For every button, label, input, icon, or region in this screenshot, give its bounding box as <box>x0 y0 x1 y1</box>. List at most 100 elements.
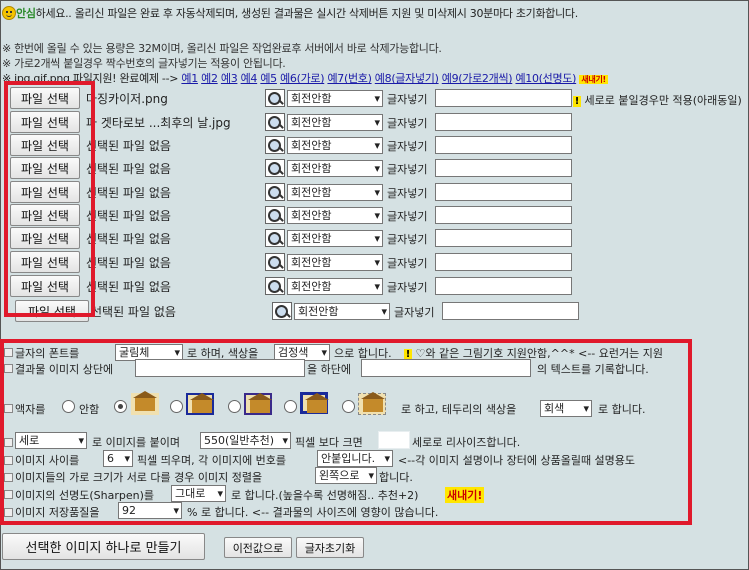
size-mid: 픽셀 보다 크면 <box>295 436 363 449</box>
text-insert-input[interactable] <box>442 302 579 320</box>
example-link-2[interactable]: 예2 <box>201 72 218 85</box>
border-color-select[interactable]: 회색 <box>540 400 592 417</box>
text-insert-label: 글자넣기 <box>387 210 428 223</box>
resize-input[interactable] <box>378 431 410 449</box>
frame-radio-none[interactable] <box>62 400 75 413</box>
text-insert-input[interactable] <box>435 183 572 201</box>
top-text-input[interactable] <box>135 359 305 377</box>
reset-text-button[interactable]: 글자초기화 <box>296 537 364 558</box>
file-name: 선택된 파일 없음 <box>86 256 171 270</box>
frame-suffix: 로 하고, 테두리의 색상을 <box>401 403 517 416</box>
text-insert-label: 글자넣기 <box>387 187 428 200</box>
highlight-box-file-buttons <box>4 81 95 317</box>
text-insert-input[interactable] <box>435 206 572 224</box>
rotate-select[interactable]: 회전안함 <box>287 160 383 177</box>
frame-radio-1[interactable] <box>114 400 127 413</box>
file-name: 파 겟타로보 ...최후의 날.jpg <box>86 116 231 130</box>
rotate-select[interactable]: 회전안함 <box>287 137 383 154</box>
rotate-select[interactable]: 회전안함 <box>287 207 383 224</box>
text-insert-label: 글자넣기 <box>387 257 428 270</box>
example-link-9[interactable]: 예9(가로2개씩) <box>442 72 513 85</box>
quality-suffix: % 로 합니다. <-- 결과물의 사이즈에 영향이 많습니다. <box>187 506 439 519</box>
gap-mid: 픽셀 띄우며, 각 이미지에 번호를 <box>137 454 287 467</box>
sharp-prefix: 이미지의 선명도(Sharpen)를 <box>15 489 154 502</box>
zoom-preview-icon[interactable] <box>272 302 292 320</box>
sharpen-new-badge: 새내기! <box>445 487 485 503</box>
example-link-6[interactable]: 예6(가로) <box>280 72 324 85</box>
frame-prefix: 액자를 <box>15 403 46 416</box>
row1-hint-text: 세로로 붙일경우만 적용(아래동일) <box>584 94 742 107</box>
frame-radio-4[interactable] <box>284 400 297 413</box>
frame-end: 로 합니다. <box>598 403 646 416</box>
bullet-icon-4 <box>4 438 13 447</box>
text-insert-input[interactable] <box>435 253 572 271</box>
text-insert-input[interactable] <box>435 159 572 177</box>
example-link-8[interactable]: 예8(글자넣기) <box>375 72 439 85</box>
align-select[interactable]: 왼쪽으로 <box>315 467 377 484</box>
frame-radio-3[interactable] <box>228 400 241 413</box>
frame-style-3-thumbnail[interactable] <box>244 393 272 415</box>
bullet-icon-8 <box>4 508 13 517</box>
zoom-preview-icon[interactable] <box>265 277 285 295</box>
top-text-prefix: 결과물 이미지 상단에 <box>15 363 114 376</box>
frame-style-4-thumbnail[interactable] <box>300 392 329 414</box>
example-link-4[interactable]: 예4 <box>241 72 258 85</box>
zoom-preview-icon[interactable] <box>265 136 285 154</box>
direction-select[interactable]: 세로 <box>15 432 87 449</box>
previous-values-button[interactable]: 이전값으로 <box>224 537 292 558</box>
gap-select[interactable]: 6 <box>103 450 133 467</box>
align-prefix: 이미지들의 가로 크기가 서로 다를 경우 이미지 정렬을 <box>15 471 263 484</box>
bullet-icon-6 <box>4 473 13 482</box>
sharp-suffix: 로 합니다.(높을수록 선명해짐.. 추천+2) <box>231 489 419 502</box>
zoom-preview-icon[interactable] <box>265 229 285 247</box>
text-insert-input[interactable] <box>435 113 572 131</box>
frame-style-5-thumbnail[interactable] <box>358 392 386 415</box>
text-insert-input[interactable] <box>435 229 572 247</box>
example-link-1[interactable]: 예1 <box>181 72 198 85</box>
quality-select[interactable]: 92 <box>118 502 182 519</box>
zoom-preview-icon[interactable] <box>265 206 285 224</box>
file-name: 선택된 파일 없음 <box>86 209 171 223</box>
bullet-icon-5 <box>4 456 13 465</box>
gap-suffix: <--각 이미지 설명이나 장터에 상품올릴때 설명용도 <box>398 454 636 467</box>
text-insert-label: 글자넣기 <box>394 306 435 319</box>
text-insert-input[interactable] <box>435 136 572 154</box>
number-select[interactable]: 안붙입니다. <box>317 450 393 467</box>
example-link-3[interactable]: 예3 <box>221 72 238 85</box>
size-select[interactable]: 550(일반추천) <box>200 432 291 449</box>
example-link-10[interactable]: 예10(선명도) <box>515 72 576 85</box>
bullet-icon-7 <box>4 490 13 499</box>
text-insert-input[interactable] <box>435 277 572 295</box>
info-line-1: ※ 한번에 올릴 수 있는 용량은 32M이며, 올리신 파일은 작업완료후 서… <box>2 42 442 55</box>
text-insert-label: 글자넣기 <box>387 140 428 153</box>
example-link-7[interactable]: 예7(번호) <box>327 72 371 85</box>
frame-style-2-thumbnail[interactable] <box>186 393 214 415</box>
zoom-preview-icon[interactable] <box>265 159 285 177</box>
rotate-select[interactable]: 회전안함 <box>287 278 383 295</box>
bullet-icon-3 <box>4 404 13 413</box>
bottom-text-input[interactable] <box>361 359 531 377</box>
frame-style-1-thumbnail[interactable] <box>131 391 159 415</box>
align-suffix: 합니다. <box>379 471 413 484</box>
rotate-select[interactable]: 회전안함 <box>287 230 383 247</box>
rotate-select[interactable]: 회전안함 <box>287 184 383 201</box>
frame-radio-2[interactable] <box>170 400 183 413</box>
new-badge: 새내기! <box>579 75 608 84</box>
greeting-text: 하세요.. 올리신 파일은 완료 후 자동삭제되며, 생성된 결과물은 실시간 … <box>35 7 579 20</box>
rotate-select[interactable]: 회전안함 <box>294 303 390 320</box>
rotate-select[interactable]: 회전안함 <box>287 254 383 271</box>
zoom-preview-icon[interactable] <box>265 183 285 201</box>
rotate-select[interactable]: 회전안함 <box>287 90 383 107</box>
frame-radio-5[interactable] <box>342 400 355 413</box>
zoom-preview-icon[interactable] <box>265 253 285 271</box>
rotate-select[interactable]: 회전안함 <box>287 114 383 131</box>
zoom-preview-icon[interactable] <box>265 113 285 131</box>
text-insert-input[interactable] <box>435 89 572 107</box>
top-text-suffix: 의 텍스트를 기록합니다. <box>537 363 649 376</box>
frame-none-label: 안함 <box>79 403 100 416</box>
file-name: 선택된 파일 없음 <box>86 139 171 153</box>
make-image-button[interactable]: 선택한 이미지 하나로 만들기 <box>2 533 205 560</box>
zoom-preview-icon[interactable] <box>265 89 285 107</box>
sharpen-select[interactable]: 그대로 <box>171 485 226 502</box>
example-link-5[interactable]: 예5 <box>260 72 277 85</box>
